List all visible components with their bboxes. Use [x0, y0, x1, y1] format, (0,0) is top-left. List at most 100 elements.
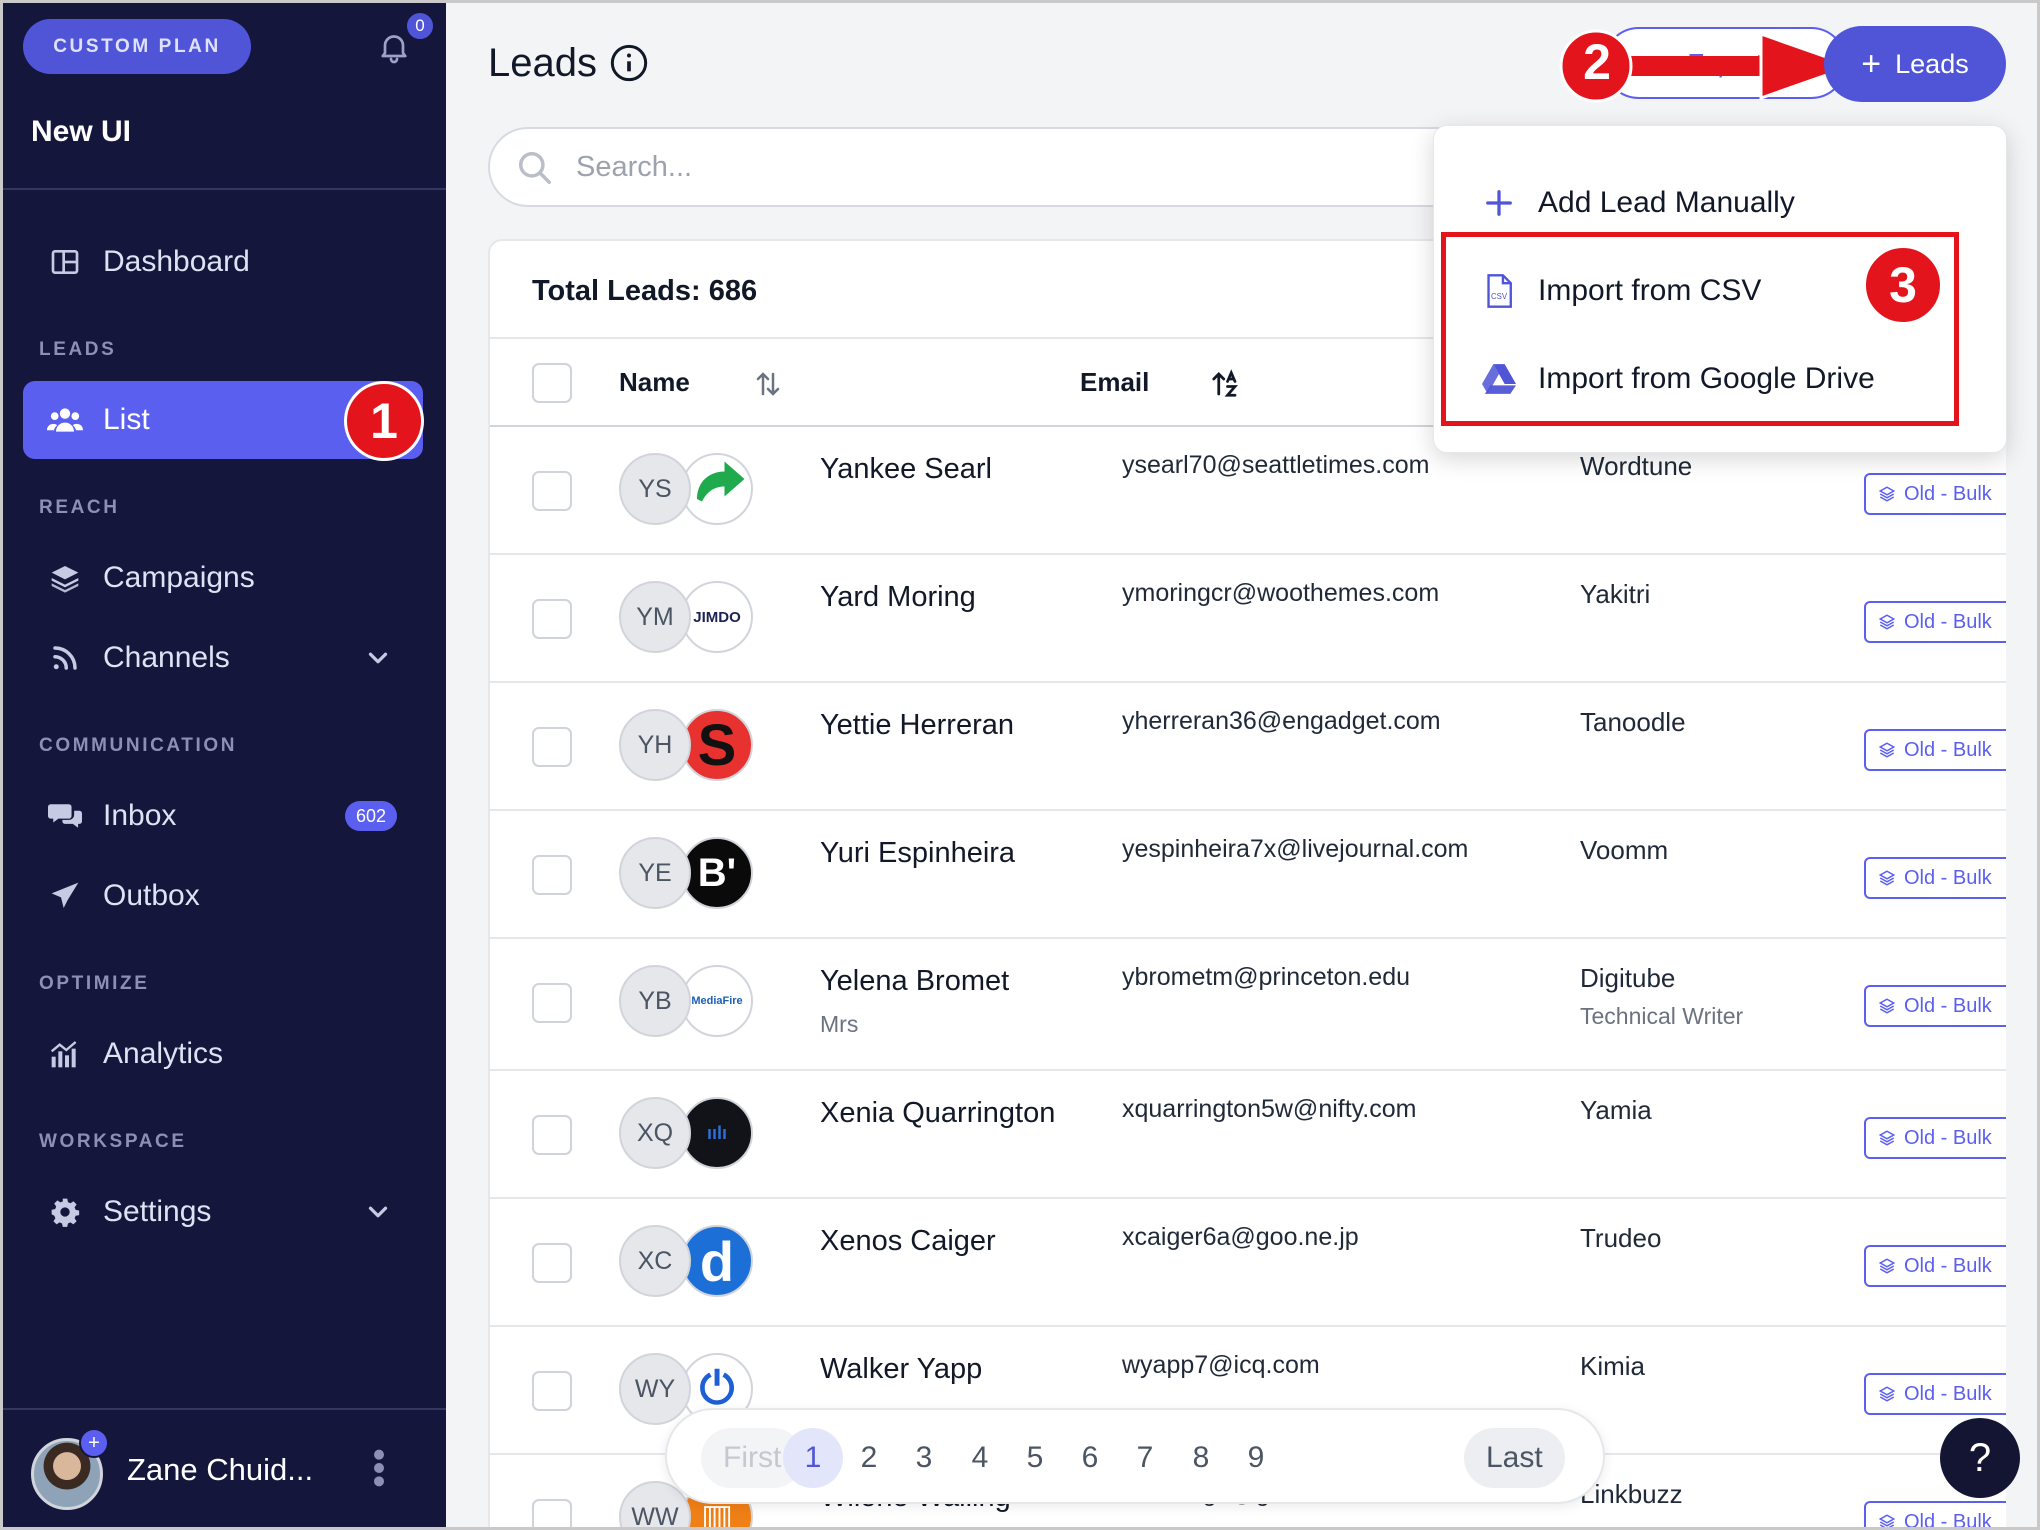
search-input[interactable]: Search... [576, 151, 692, 184]
pagination: First 123456789 Last [665, 1408, 1605, 1504]
pagination-page-1[interactable]: 1 [783, 1428, 843, 1488]
lead-email: ysearl70@seattletimes.com [1122, 451, 1430, 479]
chevron-down-icon[interactable] [363, 1197, 393, 1227]
row-checkbox[interactable] [532, 855, 572, 895]
help-button[interactable]: ? [1940, 1418, 2020, 1498]
lead-name[interactable]: Yelena Bromet [820, 965, 1009, 998]
sidebar-item-label: Inbox [103, 799, 177, 832]
annotation-step-3: 3 [1863, 245, 1943, 325]
row-checkbox[interactable] [532, 1243, 572, 1283]
pagination-page-9[interactable]: 9 [1226, 1428, 1286, 1488]
sort-ascending-icon[interactable] [1212, 369, 1238, 399]
chevron-down-icon[interactable] [363, 643, 393, 673]
plus-icon [1482, 186, 1516, 220]
section-label-leads: LEADS [39, 339, 117, 360]
avatar-initials: YE [619, 837, 691, 909]
column-header-name[interactable]: Name [619, 367, 690, 398]
table-row[interactable]: S YH Yettie Herreran yherreran36@engadget.c… [490, 683, 2037, 811]
column-header-email[interactable]: Email [1080, 367, 1149, 398]
sidebar-item-label: Analytics [103, 1037, 224, 1070]
layers-icon [1878, 742, 1896, 758]
table-row[interactable]: B' YE Yuri Espinheira yespinheira7x@livejou… [490, 811, 2037, 939]
annotation-step-1: 1 [344, 381, 424, 461]
tag-label: Old - Bulk [1904, 738, 1992, 761]
menu-item-add-lead-manually[interactable]: Add Lead Manually [1482, 178, 1795, 228]
lead-name[interactable]: Walker Yapp [820, 1353, 982, 1386]
lead-name[interactable]: Yettie Herreran [820, 709, 1014, 742]
sort-icon[interactable] [755, 369, 781, 399]
bars-logo: ıılı [681, 1097, 753, 1169]
pagination-page-2[interactable]: 2 [839, 1428, 899, 1488]
page-title: Leads [488, 41, 597, 85]
row-checkbox[interactable] [532, 1115, 572, 1155]
notification-count-badge: 0 [405, 11, 435, 41]
sidebar-item-inbox[interactable]: Inbox 602 [23, 777, 423, 855]
lead-email: yespinheira7x@livejournal.com [1122, 835, 1469, 863]
lead-name[interactable]: Xenos Caiger [820, 1225, 996, 1258]
sidebar: CUSTOM PLAN 0 New UI Dashboard LEADS Lis… [3, 3, 446, 1527]
add-avatar-plus-icon[interactable]: + [79, 1428, 109, 1458]
lead-name[interactable]: Xenia Quarrington [820, 1097, 1055, 1130]
total-leads-count: Total Leads: 686 [532, 275, 758, 307]
avatar-initials: XC [619, 1225, 691, 1297]
sidebar-item-label: Outbox [103, 879, 200, 912]
select-all-checkbox[interactable] [532, 363, 572, 403]
sidebar-item-dashboard[interactable]: Dashboard [23, 223, 423, 301]
layers-icon [1878, 1130, 1896, 1146]
lead-email: wyapp7@icq.com [1122, 1351, 1320, 1379]
tag-label: Old - Bulk [1904, 1510, 1992, 1530]
lead-email: ybrometm@princeton.edu [1122, 963, 1411, 991]
sidebar-item-label: Channels [103, 641, 230, 674]
s-logo: S [681, 709, 753, 781]
layers-icon [1878, 1258, 1896, 1274]
layers-icon [1878, 998, 1896, 1014]
table-row[interactable]: ıılı XQ Xenia Quarrington xquarrington5w@ni… [490, 1071, 2037, 1199]
avatar-initials: YS [619, 453, 691, 525]
sidebar-item-label: Dashboard [103, 245, 250, 278]
custom-plan-button[interactable]: CUSTOM PLAN [23, 19, 251, 74]
table-row[interactable]: MediaFire YB Yelena Bromet Mrs ybrometm@prin… [490, 939, 2037, 1071]
page-edge [2006, 3, 2037, 1527]
row-checkbox[interactable] [532, 1371, 572, 1411]
plus-icon: + [1861, 44, 1882, 83]
layers-icon [1878, 870, 1896, 886]
add-leads-button[interactable]: + Leads [1824, 26, 2006, 102]
row-checkbox[interactable] [532, 1499, 572, 1527]
more-vertical-icon[interactable] [371, 1448, 387, 1488]
b-logo: B' [681, 837, 753, 909]
layers-icon [1878, 486, 1896, 502]
sidebar-item-channels[interactable]: Channels [23, 619, 423, 697]
section-label-reach: REACH [39, 497, 120, 518]
pagination-page-5[interactable]: 5 [1005, 1428, 1065, 1488]
lead-name[interactable]: Yankee Searl [820, 453, 992, 486]
user-profile-bar[interactable]: + Zane Chuid... [3, 1408, 446, 1527]
lead-email: xquarrington5w@nifty.com [1122, 1095, 1417, 1123]
sidebar-item-analytics[interactable]: Analytics [23, 1015, 423, 1093]
sidebar-item-settings[interactable]: Settings [23, 1173, 423, 1251]
workspace-name[interactable]: New UI [31, 115, 131, 149]
pagination-last-button[interactable]: Last [1464, 1428, 1565, 1488]
row-checkbox[interactable] [532, 599, 572, 639]
pagination-page-6[interactable]: 6 [1060, 1428, 1120, 1488]
sidebar-item-campaigns[interactable]: Campaigns [23, 539, 423, 617]
lead-company: Yakitri [1580, 579, 1651, 609]
sidebar-item-label: Campaigns [103, 561, 255, 594]
pagination-page-3[interactable]: 3 [894, 1428, 954, 1488]
table-row[interactable]: d XC Xenos Caiger xcaiger6a@goo.ne.jp Trudeo… [490, 1199, 2037, 1327]
lead-name[interactable]: Yuri Espinheira [820, 837, 1015, 870]
sidebar-item-outbox[interactable]: Outbox [23, 857, 423, 935]
layers-icon [1878, 1514, 1896, 1527]
pagination-page-4[interactable]: 4 [950, 1428, 1010, 1488]
table-row[interactable]: JIMDO YM Yard Moring ymoringcr@woothemes.co… [490, 555, 2037, 683]
pagination-page-7[interactable]: 7 [1115, 1428, 1175, 1488]
row-checkbox[interactable] [532, 983, 572, 1023]
row-checkbox[interactable] [532, 727, 572, 767]
avatar-initials: YM [619, 581, 691, 653]
tag-label: Old - Bulk [1904, 994, 1992, 1017]
lead-email: xcaiger6a@goo.ne.jp [1122, 1223, 1359, 1251]
annotation-step-2: 2 [1583, 34, 1611, 90]
info-icon[interactable] [609, 43, 649, 83]
pagination-page-8[interactable]: 8 [1171, 1428, 1231, 1488]
lead-name[interactable]: Yard Moring [820, 581, 976, 614]
row-checkbox[interactable] [532, 471, 572, 511]
